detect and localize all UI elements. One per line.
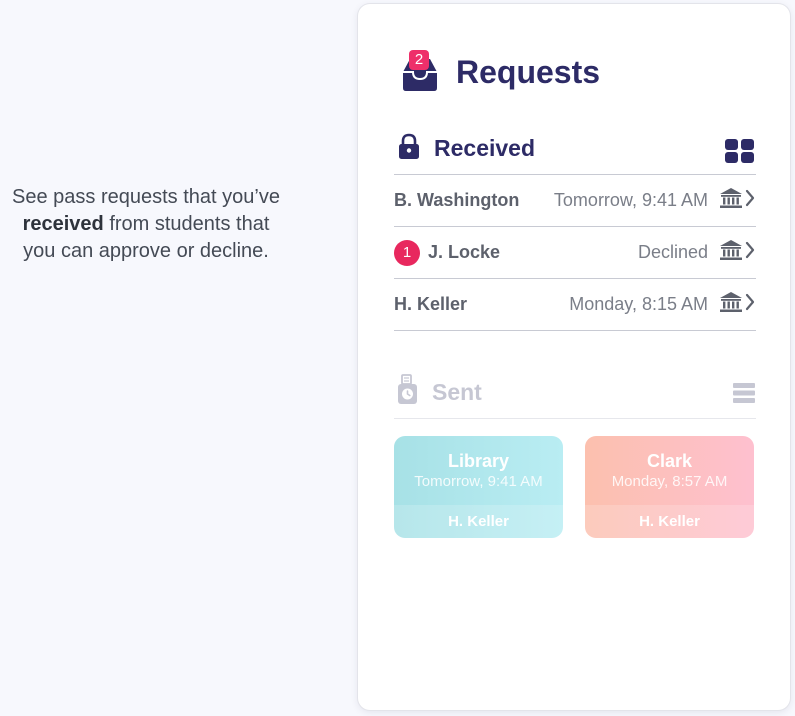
building-icon xyxy=(718,187,744,214)
chevron-right-icon[interactable] xyxy=(744,188,756,213)
request-row-washington[interactable]: B. Washington Tomorrow, 9:41 AM xyxy=(394,175,756,226)
building-icon xyxy=(718,239,744,266)
notification-badge: 1 xyxy=(394,239,420,266)
request-row-locke[interactable]: 1 J. Locke Declined xyxy=(394,227,756,278)
requests-panel: 2 Requests Received B. Washington Tomorr… xyxy=(358,4,790,710)
received-title: Received xyxy=(434,134,536,161)
received-list: B. Washington Tomorrow, 9:41 AM 1 J. Loc… xyxy=(394,174,756,331)
grid-view-icon[interactable] xyxy=(724,138,756,169)
intro-line-2: received from students that xyxy=(0,211,292,238)
row-meta: Monday, 8:15 AM xyxy=(569,279,756,330)
request-row-keller[interactable]: H. Keller Monday, 8:15 AM xyxy=(394,279,756,330)
pass-time: Monday, 8:57 AM xyxy=(611,473,728,490)
list-view-icon[interactable] xyxy=(732,382,756,409)
row-meta: Tomorrow, 9:41 AM xyxy=(554,175,756,226)
request-time: Tomorrow, 9:41 AM xyxy=(553,190,708,210)
divider xyxy=(394,418,756,419)
page-title: Requests xyxy=(456,53,601,90)
lock-icon xyxy=(396,132,422,165)
pass-student: H. Keller xyxy=(394,505,563,538)
intro-line-1: See pass requests that you’ve xyxy=(12,186,280,208)
student-name: B. Washington xyxy=(394,190,520,210)
received-section-header: Received xyxy=(396,128,756,168)
inbox-count-badge: 2 xyxy=(409,50,429,70)
divider xyxy=(394,330,756,331)
pass-time: Tomorrow, 9:41 AM xyxy=(414,473,543,490)
pass-student: H. Keller xyxy=(585,505,754,538)
row-meta: Declined xyxy=(638,227,756,278)
student-name: J. Locke xyxy=(428,242,501,262)
inbox-icon: 2 xyxy=(398,50,442,94)
pass-icon xyxy=(396,373,420,411)
intro-bold-word: received xyxy=(22,213,104,235)
request-time: Monday, 8:15 AM xyxy=(569,294,708,314)
pass-destination: Clark xyxy=(646,451,693,471)
requests-header: 2 Requests xyxy=(398,50,600,94)
chevron-right-icon[interactable] xyxy=(744,240,756,265)
chevron-right-icon[interactable] xyxy=(744,292,756,317)
request-status: Declined xyxy=(637,242,708,262)
sent-pass-card-library[interactable]: Library Tomorrow, 9:41 AM H. Keller xyxy=(394,436,563,538)
sent-title: Sent xyxy=(432,378,482,405)
sent-section-header: Sent xyxy=(396,372,756,412)
intro-line-3: you can approve or decline. xyxy=(23,240,269,262)
intro-line-2-rest: from students that xyxy=(103,213,270,235)
sent-pass-card-clark[interactable]: Clark Monday, 8:57 AM H. Keller xyxy=(585,436,754,538)
intro-caption: See pass requests that you’ve received f… xyxy=(0,184,292,265)
pass-destination: Library xyxy=(447,451,510,471)
student-name: H. Keller xyxy=(394,294,468,314)
building-icon xyxy=(718,291,744,318)
